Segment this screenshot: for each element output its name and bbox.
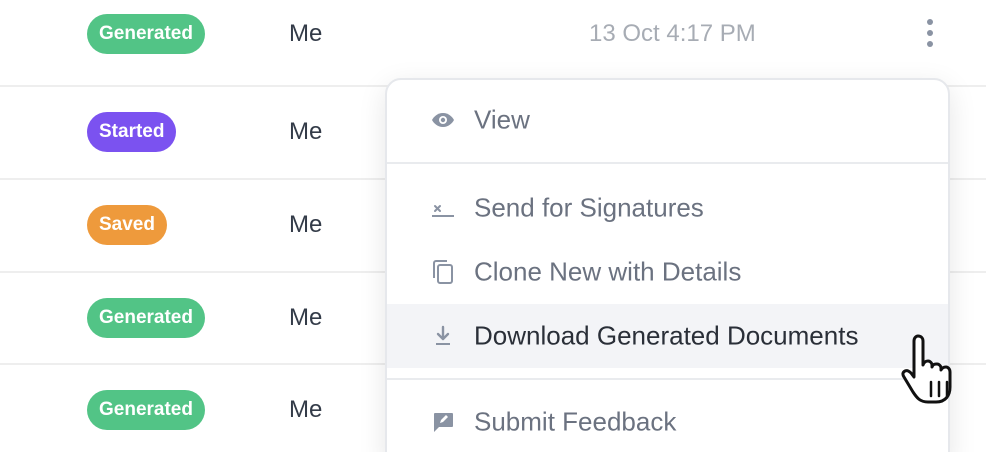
owner-cell: Me bbox=[289, 211, 323, 238]
status-badge: Saved bbox=[87, 205, 167, 245]
status-badge: Generated bbox=[87, 390, 205, 430]
row-actions-menu: View Send for Signatures Clone New with … bbox=[385, 78, 950, 452]
pointer-hand-cursor-icon bbox=[901, 334, 952, 404]
table-row[interactable]: Generated Me 13 Oct 4:17 PM bbox=[0, 0, 986, 87]
copy-icon bbox=[431, 260, 455, 284]
status-badge: Generated bbox=[87, 298, 205, 338]
status-badge: Generated bbox=[87, 14, 205, 54]
menu-item-clone-new-with-details[interactable]: Clone New with Details bbox=[387, 240, 948, 304]
owner-cell: Me bbox=[289, 304, 323, 331]
owner-cell: Me bbox=[289, 118, 323, 145]
menu-item-label: Submit Feedback bbox=[474, 406, 677, 437]
eye-icon bbox=[431, 108, 455, 132]
menu-divider bbox=[387, 378, 948, 380]
signature-icon bbox=[431, 196, 455, 220]
feedback-icon bbox=[431, 410, 455, 434]
owner-cell: Me bbox=[289, 20, 323, 47]
menu-item-view[interactable]: View bbox=[387, 88, 948, 152]
menu-item-download-generated-documents[interactable]: Download Generated Documents bbox=[387, 304, 948, 368]
owner-cell: Me bbox=[289, 396, 323, 423]
documents-list: Generated Me 13 Oct 4:17 PM Started Me S… bbox=[0, 0, 986, 452]
date-cell: 13 Oct 4:17 PM bbox=[589, 20, 756, 47]
status-badge: Started bbox=[87, 112, 177, 152]
menu-item-label: Download Generated Documents bbox=[474, 320, 859, 351]
menu-item-label: View bbox=[474, 104, 530, 135]
menu-item-label: Clone New with Details bbox=[474, 256, 742, 287]
menu-item-label: Send for Signatures bbox=[474, 192, 704, 223]
menu-item-submit-feedback[interactable]: Submit Feedback bbox=[387, 390, 948, 452]
download-icon bbox=[431, 324, 455, 348]
menu-divider bbox=[387, 162, 948, 164]
more-options-icon[interactable] bbox=[918, 16, 942, 50]
menu-item-send-for-signatures[interactable]: Send for Signatures bbox=[387, 176, 948, 240]
